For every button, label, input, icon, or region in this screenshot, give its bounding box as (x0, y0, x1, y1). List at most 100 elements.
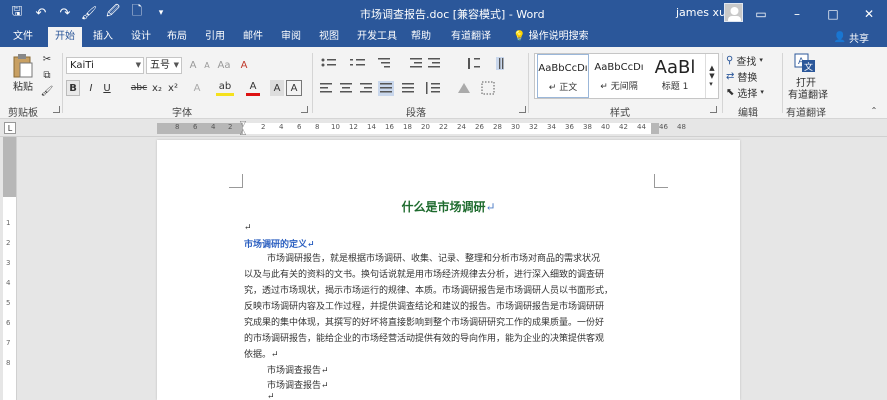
body-line[interactable]: 究成果的集中体现，其撰写的好坏将直接影响到整个市场调研研究工作的成果质量。一份好 (244, 315, 604, 328)
replace-button[interactable]: ⇄ 替换 (726, 69, 757, 84)
customize-qat-icon[interactable]: ▾ (152, 4, 170, 22)
format-painter-icon[interactable]: 🖌 (80, 4, 98, 22)
document-subtitle[interactable]: 市场调研的定义↵ (244, 237, 315, 250)
tab-mailings[interactable]: 邮件 (236, 27, 270, 47)
empty-paragraph[interactable]: ↵ (267, 392, 275, 400)
paragraph-launcher-icon[interactable] (519, 106, 526, 113)
align-left-icon[interactable] (320, 83, 332, 93)
character-border-icon[interactable]: A (286, 80, 302, 96)
shrink-font-icon[interactable]: A (201, 57, 213, 73)
align-right-icon[interactable] (360, 83, 372, 93)
font-color-icon[interactable]: A (246, 80, 260, 96)
decrease-indent-icon[interactable] (410, 58, 422, 68)
minimize-button[interactable]: – (779, 0, 815, 27)
tell-me-search[interactable]: 💡 操作说明搜索 (506, 27, 596, 47)
ruler-tick: 4 (279, 123, 284, 131)
tab-help[interactable]: 帮助 (404, 27, 438, 47)
strikethrough-button[interactable]: abc (130, 80, 148, 96)
font-size-combo[interactable]: 五号 ▼ (146, 57, 182, 74)
user-name[interactable]: james xu (676, 6, 726, 19)
tab-file[interactable]: 文件 (6, 27, 40, 47)
styles-scroll-buttons[interactable]: ▲ ▼ ▾ (705, 54, 718, 98)
tab-insert[interactable]: 插入 (86, 27, 120, 47)
collapse-ribbon-icon[interactable]: ⌃ (868, 105, 880, 115)
body-line[interactable]: 以及与此有关的资料的文书。换句话说就是用市场经济规律去分析，进行深入细致的调查研 (244, 267, 604, 280)
tab-layout[interactable]: 布局 (160, 27, 194, 47)
undo-icon[interactable]: ↶ (32, 4, 50, 22)
paste-icon[interactable] (10, 53, 36, 79)
multilevel-list-icon[interactable] (378, 58, 390, 68)
document-heading[interactable]: 什么是市场调研↵ (157, 198, 740, 215)
align-center-icon[interactable] (340, 83, 352, 93)
underline-button[interactable]: U (100, 80, 114, 96)
tab-view[interactable]: 视图 (312, 27, 346, 47)
close-button[interactable]: ✕ (851, 0, 887, 27)
tab-selector-icon[interactable]: L (4, 122, 16, 134)
sort-icon[interactable] (468, 58, 480, 69)
line-spacing-icon[interactable] (426, 82, 440, 94)
style-normal[interactable]: AaBbCcDı ↵ 正文 (537, 54, 589, 98)
style-heading-1[interactable]: AaBl 标题 1 (649, 54, 701, 98)
indent-marker-icon[interactable]: ▽ △ (237, 119, 249, 137)
tab-youdao[interactable]: 有道翻译 (444, 27, 498, 47)
body-line[interactable]: 究，透过市场现状，揭示市场运行的规律、本质。市场调研报告是市场调研人员以书面形式… (244, 283, 613, 296)
translate-icon[interactable]: A文 (794, 53, 816, 73)
list-item[interactable]: 市场调查报告↵ (267, 378, 329, 391)
margin-corner-mark (654, 174, 668, 188)
copy-icon[interactable]: ⧉ (40, 68, 54, 82)
youdao-translate-label[interactable]: 有道翻译 (786, 87, 830, 101)
highlight-color-icon[interactable]: ab (216, 80, 234, 96)
grow-font-icon[interactable]: A (186, 57, 200, 73)
tab-references[interactable]: 引用 (198, 27, 232, 47)
list-item[interactable]: 市场调查报告↵ (267, 363, 329, 376)
clipboard-launcher-icon[interactable] (53, 106, 60, 113)
styles-launcher-icon[interactable] (710, 106, 717, 113)
increase-indent-icon[interactable] (428, 58, 440, 68)
tab-design[interactable]: 设计 (124, 27, 158, 47)
ruler-tick: 40 (601, 123, 610, 131)
body-line[interactable]: 反映市场调研内容及工作过程，并提供调查结论和建议的报告。市场调研报告是市场调研研 (244, 299, 604, 312)
shading-icon[interactable] (458, 83, 470, 93)
avatar[interactable] (724, 3, 743, 22)
body-line[interactable]: 市场调研报告，就是根据市场调研、收集、记录、整理和分析市场对商品的需求状况 (267, 251, 600, 264)
text-effects-icon[interactable]: A (190, 80, 204, 96)
tab-review[interactable]: 审阅 (274, 27, 308, 47)
redo-icon[interactable]: ↷ (56, 4, 74, 22)
subscript-button[interactable]: x₂ (150, 80, 164, 96)
bold-button[interactable]: B (66, 80, 80, 96)
justify-icon[interactable] (378, 81, 394, 96)
tab-home[interactable]: 开始 (48, 27, 82, 47)
font-launcher-icon[interactable] (301, 106, 308, 113)
body-line[interactable]: 依据。↵ (244, 347, 279, 360)
ribbon-display-button[interactable]: ▭ (743, 0, 779, 27)
find-button[interactable]: ⚲ 查找 ▾ (726, 53, 763, 68)
font-name-combo[interactable]: KaiTi ▼ (66, 57, 144, 74)
empty-paragraph[interactable]: ↵ (244, 223, 252, 233)
ribbon-tabs: 文件 开始 插入 设计 布局 引用 邮件 审阅 视图 开发工具 帮助 有道翻译 … (0, 27, 887, 47)
show-hide-marks-icon[interactable] (496, 57, 504, 70)
vertical-scrollbar[interactable] (873, 137, 887, 400)
tab-developer[interactable]: 开发工具 (350, 27, 404, 47)
paragraph-mark: ↵ (485, 200, 496, 214)
clear-formatting-icon[interactable]: A (236, 57, 252, 73)
document-page[interactable]: 什么是市场调研↵ ↵ 市场调研的定义↵ 市场调研报告，就是根据市场调研、收集、记… (157, 140, 740, 400)
cut-icon[interactable]: ✂ (40, 52, 54, 66)
select-button[interactable]: ⬉ 选择 ▾ (726, 85, 764, 100)
edit-icon[interactable]: 🖉 (104, 4, 122, 22)
style-no-spacing[interactable]: AaBbCcDı ↵ 无间隔 (593, 54, 645, 98)
superscript-button[interactable]: x² (166, 80, 180, 96)
format-painter-icon[interactable]: 🖌 (40, 84, 54, 98)
change-case-icon[interactable]: Aa (216, 57, 232, 73)
body-line[interactable]: 的市场调研报告，能给企业的市场经营活动提供有效的导向作用，能为企业的决策提供客观 (244, 331, 604, 344)
borders-icon[interactable] (481, 81, 495, 95)
share-button[interactable]: 👤 共享 (834, 30, 869, 45)
print-preview-icon[interactable]: 🗋 (128, 4, 146, 22)
save-icon[interactable]: 🖫 (8, 4, 26, 22)
italic-button[interactable]: I (84, 80, 98, 96)
bullets-icon[interactable] (321, 58, 337, 67)
numbering-icon[interactable] (350, 59, 365, 66)
character-shading-icon[interactable]: A (270, 80, 284, 96)
paste-button[interactable]: 粘贴 (10, 79, 36, 93)
maximize-button[interactable]: □ (815, 0, 851, 27)
distributed-icon[interactable] (402, 83, 414, 93)
